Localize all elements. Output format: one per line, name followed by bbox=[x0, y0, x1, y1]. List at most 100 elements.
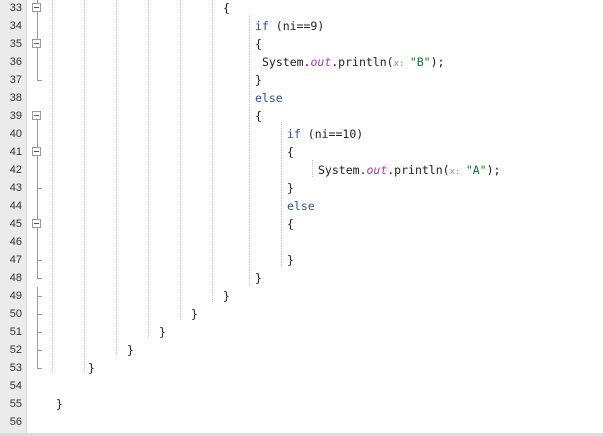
code-token: { bbox=[255, 109, 262, 123]
code-line[interactable]: 54 bbox=[0, 377, 603, 395]
code-text[interactable]: } bbox=[255, 71, 262, 89]
code-line[interactable]: 42 System.out.println(x: "A"); bbox=[0, 161, 603, 179]
code-text[interactable]: System.out.println(x: "B"); bbox=[262, 53, 444, 73]
code-line[interactable]: 56 bbox=[0, 413, 603, 431]
code-line[interactable]: 38 else bbox=[0, 89, 603, 107]
line-number: 50 bbox=[9, 308, 22, 320]
fold-end-marker bbox=[37, 350, 42, 351]
code-line[interactable]: 52} bbox=[0, 341, 603, 359]
code-line[interactable]: 50} bbox=[0, 305, 603, 323]
code-text[interactable]: System.out.println(x: "A"); bbox=[318, 161, 500, 181]
code-token: } bbox=[287, 253, 294, 267]
code-text[interactable]: if (ni==10) bbox=[287, 125, 363, 143]
line-number: 49 bbox=[9, 290, 22, 302]
code-text[interactable]: { bbox=[255, 107, 262, 125]
parameter-hint: x: bbox=[449, 167, 466, 177]
code-line[interactable]: 39 { bbox=[0, 107, 603, 125]
line-number: 53 bbox=[9, 362, 22, 374]
code-line[interactable]: 34 if (ni==9) bbox=[0, 17, 603, 35]
code-token: out bbox=[310, 55, 332, 69]
code-text[interactable]: } bbox=[255, 269, 262, 287]
code-line[interactable]: 44 else bbox=[0, 197, 603, 215]
code-token: } bbox=[255, 73, 262, 87]
code-token: else bbox=[255, 91, 283, 105]
code-line[interactable]: 49} bbox=[0, 287, 603, 305]
code-text[interactable]: if (ni==9) bbox=[255, 17, 324, 35]
line-number: 40 bbox=[9, 128, 22, 140]
code-token: "B" bbox=[409, 55, 431, 69]
fold-end-marker bbox=[37, 278, 42, 279]
code-token: } bbox=[191, 307, 198, 321]
code-line[interactable]: 53} bbox=[0, 359, 603, 377]
code-line[interactable]: 43} bbox=[0, 179, 603, 197]
code-token: } bbox=[223, 289, 230, 303]
code-text[interactable]: { bbox=[223, 0, 230, 17]
fold-end-marker bbox=[37, 368, 42, 369]
code-text[interactable]: } bbox=[287, 179, 294, 197]
code-line[interactable]: 45 { bbox=[0, 215, 603, 233]
line-number: 55 bbox=[9, 398, 22, 410]
code-text[interactable]: } bbox=[127, 341, 134, 359]
code-text[interactable]: { bbox=[255, 35, 262, 53]
code-text[interactable]: } bbox=[159, 323, 166, 341]
fold-end-marker bbox=[37, 314, 42, 315]
code-text[interactable]: } bbox=[223, 287, 230, 305]
code-editor[interactable]: 33{34 if (ni==9) 35{36 System.out.println(x… bbox=[0, 0, 603, 436]
fold-toggle-icon[interactable] bbox=[32, 39, 41, 48]
code-token: System. bbox=[262, 55, 311, 69]
fold-toggle-icon[interactable] bbox=[32, 3, 41, 12]
code-line[interactable]: 55} bbox=[0, 395, 603, 413]
code-line[interactable]: 35 { bbox=[0, 35, 603, 53]
fold-end-marker bbox=[37, 296, 42, 297]
code-token: { bbox=[255, 37, 262, 51]
code-text[interactable]: } bbox=[56, 395, 63, 413]
code-token: out bbox=[366, 163, 388, 177]
code-line[interactable]: 41 { bbox=[0, 143, 603, 161]
code-text[interactable]: } bbox=[287, 251, 294, 269]
code-token: ); bbox=[430, 55, 445, 69]
code-line[interactable]: 46 bbox=[0, 233, 603, 251]
line-number: 43 bbox=[9, 182, 22, 194]
code-line[interactable]: 47} bbox=[0, 251, 603, 269]
line-number: 48 bbox=[9, 272, 22, 284]
fold-toggle-icon[interactable] bbox=[32, 147, 41, 156]
line-number: 35 bbox=[9, 38, 22, 50]
line-number: 51 bbox=[9, 326, 22, 338]
code-line[interactable]: 51} bbox=[0, 323, 603, 341]
parameter-hint: x: bbox=[393, 59, 410, 69]
code-token: { bbox=[287, 145, 294, 159]
fold-end-marker bbox=[37, 260, 42, 261]
code-token: if bbox=[287, 127, 301, 141]
code-token: .println( bbox=[331, 55, 394, 69]
fold-end-marker bbox=[37, 80, 42, 81]
code-token: (ni==9) bbox=[268, 19, 325, 33]
code-line[interactable]: 37} bbox=[0, 71, 603, 89]
line-number: 47 bbox=[9, 254, 22, 266]
line-number: 52 bbox=[9, 344, 22, 356]
line-number: 37 bbox=[9, 74, 22, 86]
line-number: 33 bbox=[9, 2, 22, 14]
code-text[interactable]: { bbox=[287, 215, 294, 233]
code-text[interactable]: { bbox=[287, 143, 294, 161]
code-text[interactable]: } bbox=[191, 305, 198, 323]
code-text[interactable]: } bbox=[88, 359, 95, 377]
code-token: } bbox=[255, 271, 262, 285]
code-token: { bbox=[287, 217, 294, 231]
fold-toggle-icon[interactable] bbox=[32, 219, 41, 228]
code-line[interactable]: 48} bbox=[0, 269, 603, 287]
fold-end-marker bbox=[37, 188, 42, 189]
fold-toggle-icon[interactable] bbox=[32, 111, 41, 120]
code-line[interactable]: 40 if (ni==10) bbox=[0, 125, 603, 143]
line-number: 36 bbox=[9, 56, 22, 68]
code-token: if bbox=[255, 19, 269, 33]
code-text[interactable]: else bbox=[255, 89, 283, 107]
code-line[interactable]: 36 System.out.println(x: "B"); bbox=[0, 53, 603, 71]
line-number: 46 bbox=[9, 236, 22, 248]
code-text[interactable]: else bbox=[287, 197, 315, 215]
code-line[interactable]: 33 { bbox=[0, 0, 603, 17]
fold-end-marker bbox=[37, 332, 42, 333]
code-token: else bbox=[287, 199, 315, 213]
line-number: 56 bbox=[9, 416, 22, 428]
code-token: (ni==10) bbox=[300, 127, 364, 141]
code-token: { bbox=[223, 1, 230, 15]
